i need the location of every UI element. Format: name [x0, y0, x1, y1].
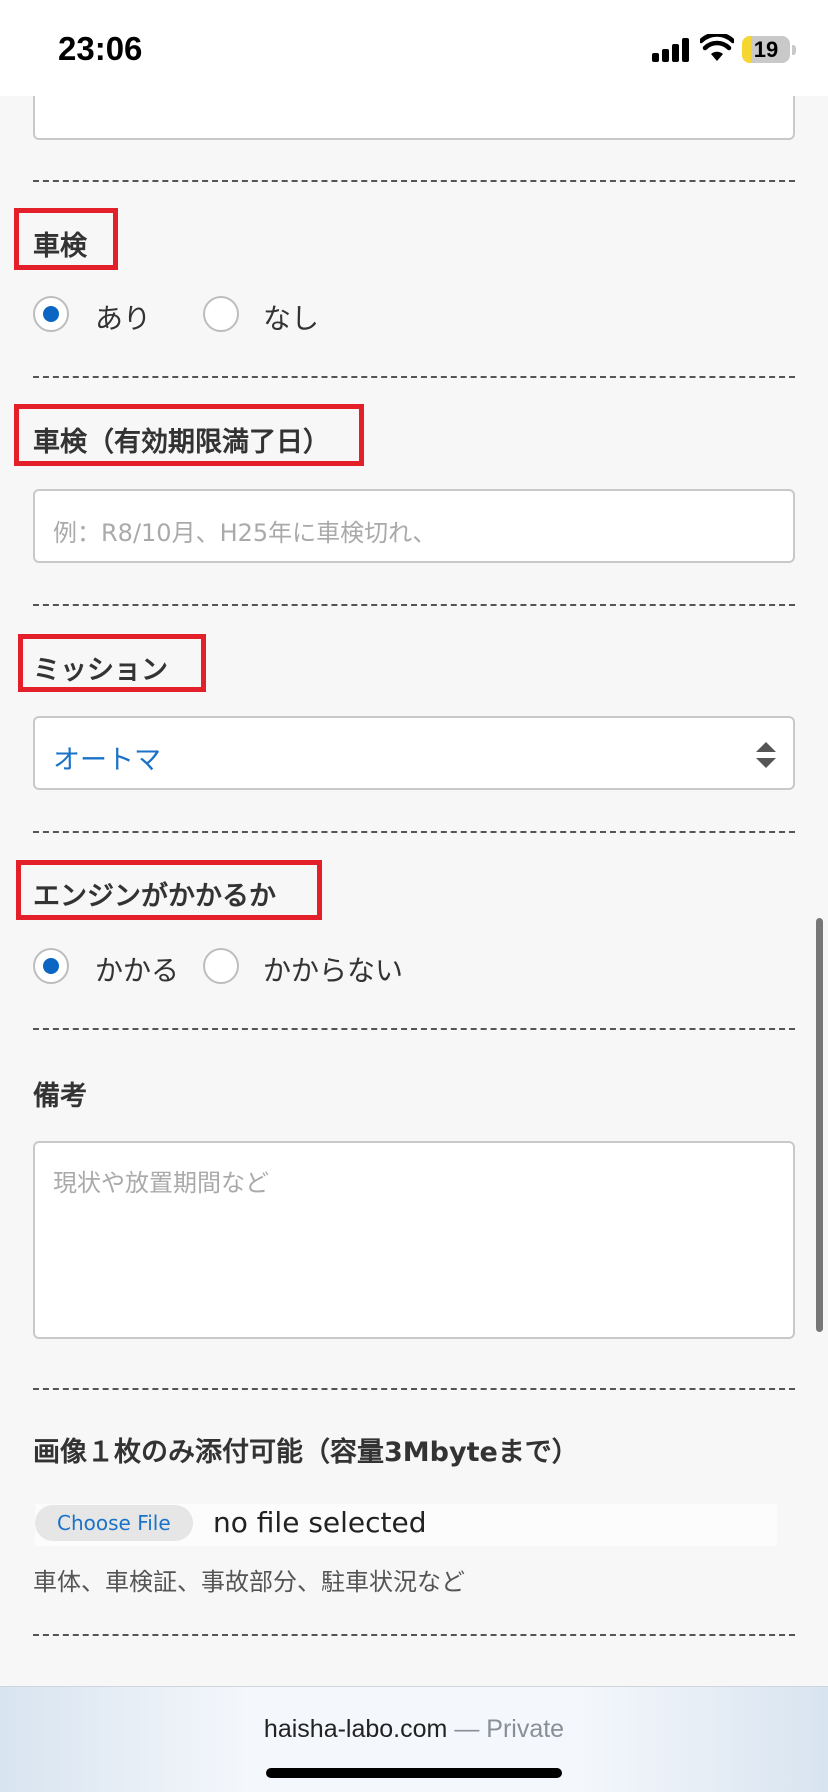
status-bar: 23:06 19: [0, 0, 828, 96]
section-divider: [33, 1388, 795, 1390]
mission-label: ミッション: [33, 655, 168, 686]
url-text[interactable]: haisha-labo.com — Private: [0, 1715, 828, 1744]
shaken-radio-ari[interactable]: [33, 296, 69, 332]
mission-select[interactable]: オートマ: [33, 716, 795, 790]
battery-tip: [792, 45, 796, 55]
section-divider: [33, 376, 795, 378]
shaken-radio-nashi[interactable]: [203, 296, 239, 332]
battery-level: 19: [753, 37, 779, 62]
image-upload-label: 画像１枚のみ添付可能（容量3Mbyteまで）: [33, 1437, 579, 1468]
shaken-option-nashi-label[interactable]: なし: [263, 297, 319, 337]
file-input[interactable]: Choose File no file selected: [35, 1504, 777, 1546]
engine-radio-kakaru[interactable]: [33, 948, 69, 984]
cellular-signal-icon: [652, 38, 690, 62]
remarks-textarea[interactable]: 現状や放置期間など: [33, 1141, 795, 1339]
remarks-placeholder: 現状や放置期間など: [53, 1169, 269, 1197]
shaken-expiry-input[interactable]: 例：R8/10月、H25年に車検切れ、: [33, 489, 795, 563]
shaken-expiry-placeholder: 例：R8/10月、H25年に車検切れ、: [53, 519, 437, 547]
image-upload-hint: 車体、車検証、事故部分、駐車状況など: [33, 1568, 465, 1596]
shaken-label: 車検: [33, 231, 87, 262]
section-divider: [33, 1028, 795, 1030]
engine-label: エンジンがかかるか: [33, 881, 276, 912]
select-updown-icon: [756, 742, 776, 768]
engine-radio-group: かかる かからない: [33, 948, 493, 988]
file-status: no file selected: [213, 1506, 427, 1539]
url-domain: haisha-labo.com: [263, 1715, 448, 1743]
section-divider: [33, 831, 795, 833]
status-time: 23:06: [58, 30, 143, 67]
section-divider: [33, 1634, 795, 1636]
private-mode-label: Private: [486, 1715, 565, 1743]
home-indicator[interactable]: [266, 1768, 562, 1778]
battery-icon: 19: [742, 36, 790, 63]
page-scrollbar[interactable]: [816, 918, 823, 1332]
shaken-option-ari-label[interactable]: あり: [95, 297, 151, 337]
shaken-expiry-label: 車検（有効期限満了日）: [33, 427, 330, 458]
choose-file-button[interactable]: Choose File: [35, 1505, 193, 1541]
section-divider: [33, 180, 795, 182]
wifi-icon: [700, 34, 734, 61]
section-divider: [33, 604, 795, 606]
shaken-radio-group: あり なし: [33, 296, 433, 336]
engine-radio-kakaranai[interactable]: [203, 948, 239, 984]
engine-option-kakaru-label[interactable]: かかる: [95, 949, 179, 989]
url-separator: —: [454, 1715, 480, 1743]
remarks-label: 備考: [33, 1081, 87, 1112]
engine-option-kakaranai-label[interactable]: かからない: [263, 949, 403, 989]
mission-select-value: オートマ: [53, 745, 161, 776]
